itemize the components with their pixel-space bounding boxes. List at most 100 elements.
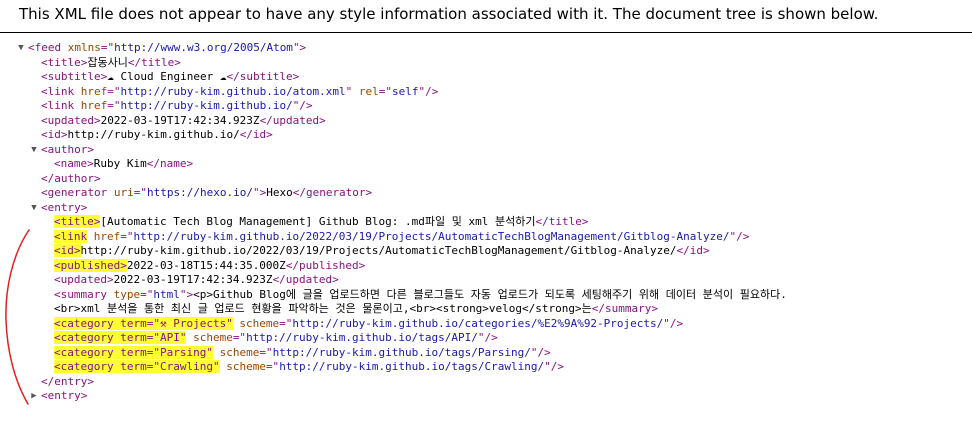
xml-tag: </author>	[41, 171, 101, 185]
xml-tag: <entry>	[41, 389, 88, 402]
xml-text: ☁ Cloud Engineer ☁	[107, 70, 227, 83]
xml-tag: </updated>	[259, 113, 326, 127]
xml-line: <published>2022-03-18T15:44:35.000Z</pub…	[0, 258, 972, 274]
xml-line-content: <category term="Crawling" scheme="http:/…	[54, 360, 564, 375]
xml-line-content: <link href="http://ruby-kim.github.io/at…	[41, 85, 438, 100]
xml-line-content: <link href="http://ruby-kim.github.io/20…	[54, 229, 749, 245]
xml-tag: <link	[54, 229, 88, 243]
xml-line-content: <id>http://ruby-kim.github.io/</id>	[41, 128, 273, 143]
xml-tag: ="	[107, 99, 121, 112]
xml-tag: <id>	[54, 244, 81, 257]
xml-tag: ">	[252, 186, 267, 199]
xml-tag: ="	[140, 287, 154, 301]
xml-line-content: <author>	[41, 143, 94, 158]
xml-tag: ="	[265, 360, 280, 373]
xml-tag: <feed	[28, 41, 62, 54]
xml-line: ▼ <author>	[0, 143, 972, 158]
xml-line-content: <summary type="html"><p>Github Blog에 글을 …	[54, 288, 787, 303]
expand-arrow-icon[interactable]: ▶	[29, 389, 39, 404]
xml-line: </entry>	[0, 375, 972, 390]
xml-tag: </entry>	[41, 374, 94, 388]
xml-tag: <category term="API"	[54, 331, 187, 344]
xml-tag: </title>	[127, 55, 181, 69]
xml-text: http://ruby-kim.github.io/2022/03/19/Pro…	[80, 244, 677, 257]
xml-line-content: <category term="Parsing" scheme="http://…	[54, 345, 551, 361]
xml-tag: "/>	[544, 360, 564, 373]
xml-line: <updated>2022-03-19T17:42:34.923Z</updat…	[0, 273, 972, 288]
xml-attribute: rel	[352, 84, 379, 98]
xml-line: <title>[Automatic Tech Blog Management] …	[0, 215, 972, 230]
xml-attribute-value: http://www.w3.org/2005/Atom	[114, 41, 293, 54]
xml-line: <link href="http://ruby-kim.github.io/at…	[0, 85, 972, 100]
xml-tag: </id>	[676, 244, 710, 257]
xml-line-content: <title>[Automatic Tech Blog Management] …	[54, 215, 588, 230]
collapse-arrow-icon[interactable]: ▼	[16, 41, 26, 56]
xml-line: <category term="Crawling" scheme="http:/…	[0, 360, 972, 375]
xml-text: Hexo	[266, 186, 293, 199]
xml-line: ▼ <entry>	[0, 201, 972, 216]
xml-line: <updated>2022-03-19T17:42:34.923Z</updat…	[0, 114, 972, 129]
xml-line-content: <entry>	[41, 389, 87, 404]
xml-tag: ="	[100, 41, 115, 54]
xml-tag: <summary	[54, 287, 107, 301]
xml-tag: <entry>	[41, 200, 88, 214]
xml-line: ▼ <feed xmlns="http://www.w3.org/2005/Ato…	[0, 41, 972, 56]
xml-tag: </generator>	[292, 186, 373, 199]
xml-line: </author>	[0, 172, 972, 187]
xml-line-content: <category term="⚒ Projects" scheme="http…	[54, 316, 683, 332]
xml-line-content: <published>2022-03-18T15:44:35.000Z</pub…	[54, 258, 366, 274]
collapse-arrow-icon[interactable]: ▼	[29, 201, 39, 216]
xml-tag: <link	[41, 99, 75, 112]
xml-style-notice: This XML file does not appear to have an…	[0, 0, 972, 33]
xml-attribute: type	[106, 287, 141, 301]
xml-attribute-value: http://ruby-kim.github.io/tags/Parsing/	[272, 345, 531, 359]
xml-line: <id>http://ruby-kim.github.io/</id>	[0, 128, 972, 143]
xml-tag: <title>	[41, 55, 88, 69]
xml-attribute-value: http://ruby-kim.github.io/	[120, 99, 293, 112]
xml-tag: <updated>	[41, 113, 101, 127]
xml-line-content: </author>	[41, 172, 101, 187]
xml-text: <p>Github Blog에 글을 업로드하면 다른 블로그들도 자동 업로드…	[193, 287, 787, 301]
xml-line: <subtitle>☁ Cloud Engineer ☁</subtitle>	[0, 70, 972, 85]
xml-tag: </title>	[535, 215, 589, 228]
xml-tag: ">	[292, 41, 307, 54]
xml-attribute: uri	[107, 186, 134, 199]
xml-attribute: href	[87, 229, 121, 243]
xml-tag: </subtitle>	[226, 70, 300, 83]
xml-tag: ="	[120, 229, 134, 243]
xml-tag: ="	[232, 331, 247, 344]
xml-line-content: </entry>	[41, 375, 94, 390]
xml-tag: <updated>	[54, 273, 114, 286]
xml-line: <category term="Parsing" scheme="http://…	[0, 345, 972, 361]
xml-attribute: scheme	[232, 316, 280, 330]
xml-text: [Automatic Tech Blog Management] Github …	[100, 215, 536, 228]
xml-tag: <name>	[54, 157, 94, 170]
xml-tag: "/>	[292, 99, 313, 112]
xml-line-content: <name>Ruby Kim</name>	[54, 157, 193, 172]
collapse-arrow-icon[interactable]: ▼	[29, 143, 39, 158]
xml-line: <id>http://ruby-kim.github.io/2022/03/19…	[0, 244, 972, 259]
xml-tag: <category term="⚒ Projects"	[54, 316, 233, 330]
xml-tag: <title>	[54, 215, 101, 228]
xml-attribute-value: html	[153, 287, 180, 301]
xml-line-content: <feed xmlns="http://www.w3.org/2005/Atom…	[28, 41, 306, 56]
xml-text: 2022-03-19T17:42:34.923Z	[100, 113, 260, 127]
xml-tag: <id>	[41, 128, 68, 141]
xml-line: <generator uri="https://hexo.io/">Hexo</…	[0, 186, 972, 201]
xml-attribute: href	[74, 99, 108, 112]
xml-line: <category term="API" scheme="http://ruby…	[0, 331, 972, 346]
xml-line-content: <generator uri="https://hexo.io/">Hexo</…	[41, 186, 372, 201]
xml-tag: </updated>	[272, 273, 339, 286]
xml-line: <br>xml 분석을 통한 최신 글 업로드 현황을 파악하는 것은 물론이고…	[0, 302, 972, 317]
xml-tag: <link	[41, 84, 75, 98]
xml-text: 2022-03-18T15:44:35.000Z	[126, 258, 286, 272]
xml-line: <link href="http://ruby-kim.github.io/20…	[0, 229, 972, 245]
xml-line-content: <link href="http://ruby-kim.github.io/"/…	[41, 99, 313, 114]
xml-tag: </published>	[285, 258, 366, 272]
xml-line-content: <category term="API" scheme="http://ruby…	[54, 331, 498, 346]
xml-tag: ="	[133, 186, 147, 199]
xml-text: 잡동사니	[87, 55, 128, 69]
xml-attribute: scheme	[219, 360, 266, 373]
xml-attribute: scheme	[212, 345, 260, 359]
xml-line: <category term="⚒ Projects" scheme="http…	[0, 316, 972, 332]
